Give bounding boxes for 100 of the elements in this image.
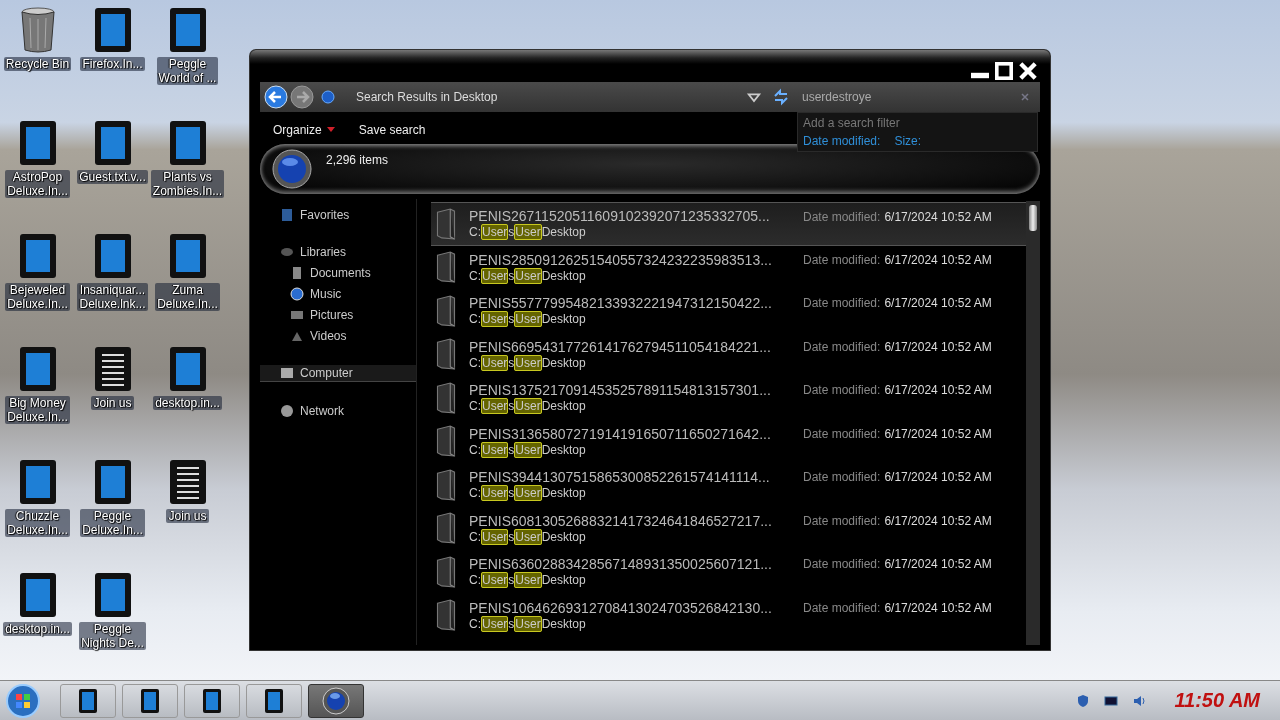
taskbar-button[interactable] (122, 683, 178, 718)
file-name: PENIS66954317726141762794511054184221... (469, 338, 772, 355)
nav-item[interactable]: Pictures (260, 307, 416, 323)
nav-item[interactable]: Network (260, 403, 416, 419)
toolbar-button[interactable]: Save search (353, 120, 431, 140)
tablet-icon[interactable] (202, 687, 222, 714)
tablet-icon[interactable] (167, 119, 208, 167)
date-value: 6/17/2024 10:52 AM (884, 383, 992, 397)
desktop-icon-label[interactable]: Peggle Deluxe.In... (80, 509, 145, 537)
tablet-icon[interactable] (92, 119, 133, 167)
tablet-icon[interactable] (78, 687, 98, 714)
tablet-icon[interactable] (92, 571, 133, 619)
close-icon[interactable] (1018, 62, 1038, 80)
shield-icon[interactable] (1076, 693, 1091, 708)
file-name: PENIS31365807271914191650711650271642... (469, 425, 772, 442)
date-label: Date modified: (803, 426, 881, 441)
clock[interactable]: 11:50 AM (1174, 689, 1260, 712)
tablet-icon[interactable] (17, 345, 58, 393)
date-value: 6/17/2024 10:52 AM (884, 339, 992, 354)
taskbar-button[interactable] (184, 683, 240, 718)
file-icon (435, 555, 457, 588)
desktop-icon-label[interactable]: Guest.txt.v... (77, 170, 148, 184)
refresh-icon[interactable] (772, 88, 790, 106)
maximize-icon[interactable] (994, 62, 1014, 80)
tablet-icon[interactable] (264, 687, 284, 714)
file-icon (435, 338, 457, 371)
nav-item[interactable]: Music (260, 286, 416, 302)
file-icon (435, 207, 457, 240)
desktop-icon-label[interactable]: desktop.in... (3, 622, 72, 636)
filter-link[interactable]: Size: (894, 134, 922, 148)
filter-link[interactable]: Date modified: (803, 134, 881, 148)
toolbar-button[interactable]: Organize (268, 120, 340, 140)
file-icon (435, 294, 457, 327)
result-row[interactable]: PENIS31365807271914191650711650271642... C:UsersUserDesktop Date modified: 6/17/2024 10:52 AM (431, 419, 1026, 463)
orb-icon[interactable] (322, 686, 350, 715)
text-file-icon[interactable] (92, 345, 133, 393)
taskbar-button[interactable] (246, 683, 302, 718)
date-label: Date modified: (803, 210, 881, 224)
desktop-icon-label[interactable]: Join us (91, 396, 134, 410)
forward-button[interactable] (290, 85, 314, 109)
desktop-icon-label[interactable]: Chuzzle Deluxe.In... (5, 509, 70, 537)
filter-hint: Add a search filter (803, 116, 901, 130)
desktop-icon-label[interactable]: Zuma Deluxe.In... (155, 283, 220, 311)
result-row[interactable]: PENIS60813052688321417324641846527217... C:UsersUserDesktop Date modified: 6/17/2024 10:52 AM (431, 506, 1026, 550)
desktop-icon-label[interactable]: Bejeweled Deluxe.In... (5, 283, 70, 311)
result-row[interactable]: PENIS55777995482133932221947312150422... C:UsersUserDesktop Date modified: 6/17/2024 10:52 AM (431, 289, 1026, 333)
text-file-icon[interactable] (167, 458, 208, 506)
search-field[interactable]: userdestroye (800, 89, 1020, 105)
desktop-icon-label[interactable]: desktop.in... (153, 396, 222, 410)
scroll-thumb[interactable] (1029, 205, 1037, 231)
date-value: 6/17/2024 10:52 AM (884, 470, 992, 484)
tablet-icon[interactable] (92, 6, 133, 54)
taskbar-button[interactable] (308, 683, 364, 718)
desktop-icon-label[interactable]: Big Money Deluxe.In... (5, 396, 70, 424)
nav-item[interactable]: Favorites (260, 207, 416, 223)
nav-item[interactable]: Documents (260, 265, 416, 281)
back-button[interactable] (264, 85, 288, 109)
desktop-icon-label[interactable]: Insaniquar... Deluxe.lnk... (77, 283, 148, 311)
tablet-icon[interactable] (17, 458, 58, 506)
tablet-icon[interactable] (167, 232, 208, 280)
address-path[interactable]: Search Results in Desktop (356, 90, 740, 104)
nav-item[interactable]: Computer (260, 365, 416, 382)
result-row[interactable]: PENIS26711520511609102392071235332705... C:UsersUserDesktop Date modified: 6/17/2024 10:52 AM (431, 202, 1026, 246)
desktop-icon-label[interactable]: Join us (166, 509, 209, 523)
start-button[interactable] (6, 683, 40, 718)
desktop-icon-label[interactable]: AstroPop Deluxe.In... (5, 170, 70, 198)
tablet-icon[interactable] (17, 232, 58, 280)
result-row[interactable]: PENIS66954317726141762794511054184221... C:UsersUserDesktop Date modified: 6/17/2024 10:52 AM (431, 332, 1026, 376)
date-value: 6/17/2024 10:52 AM (884, 252, 992, 267)
tablet-icon[interactable] (167, 345, 208, 393)
file-name: PENIS28509126251540557324232235983513... (469, 251, 773, 268)
desktop-icon-label[interactable]: Firefox.In... (80, 57, 145, 71)
result-row[interactable]: PENIS39441307515865300852261574141114... C:UsersUserDesktop Date modified: 6/17/2024 10:52 AM (431, 463, 1026, 507)
desktop-icon-label[interactable]: Peggle World of ... (156, 57, 219, 85)
document-icon[interactable] (290, 266, 304, 280)
monitor-icon[interactable] (1104, 693, 1119, 708)
file-path: C:UsersUserDesktop (469, 268, 587, 283)
taskbar-button[interactable] (60, 683, 116, 718)
clear-icon[interactable] (1020, 92, 1030, 102)
desktop-icon-label[interactable]: Plants vs Zombies.In... (150, 170, 225, 198)
scrollbar[interactable] (1026, 201, 1040, 645)
nav-item[interactable]: Libraries (260, 244, 416, 260)
file-name: PENIS13752170914535257891154813157301... (469, 382, 772, 399)
result-row[interactable]: PENIS63602883428567148931350025607121... C:UsersUserDesktop Date modified: 6/17/2024 10:52 AM (431, 550, 1026, 594)
computer-icon[interactable] (280, 366, 294, 380)
desktop-icon-label[interactable]: Peggle Nights De... (79, 622, 146, 650)
tablet-icon[interactable] (92, 232, 133, 280)
nav-item[interactable]: Videos (260, 328, 416, 344)
caret-icon[interactable] (326, 127, 335, 133)
tablet-icon[interactable] (167, 6, 208, 54)
result-row[interactable]: PENIS28509126251540557324232235983513... C:UsersUserDesktop Date modified: 6/17/2024 10:52 AM (431, 245, 1026, 289)
result-row[interactable]: PENIS13752170914535257891154813157301... C:UsersUserDesktop Date modified: 6/17/2024 10:52 AM (431, 376, 1026, 420)
speaker-icon[interactable] (1132, 693, 1147, 708)
tablet-icon[interactable] (17, 571, 58, 619)
desktop-icon-label[interactable]: Recycle Bin (3, 57, 72, 71)
tablet-icon[interactable] (92, 458, 133, 506)
file-name: PENIS39441307515865300852261574141114... (469, 469, 771, 486)
tablet-icon[interactable] (17, 119, 58, 167)
result-row[interactable]: PENIS10646269312708413024703526842130... C:UsersUserDesktop Date modified: 6/17/2024 10:52 AM (431, 593, 1026, 637)
tablet-icon[interactable] (140, 687, 160, 714)
